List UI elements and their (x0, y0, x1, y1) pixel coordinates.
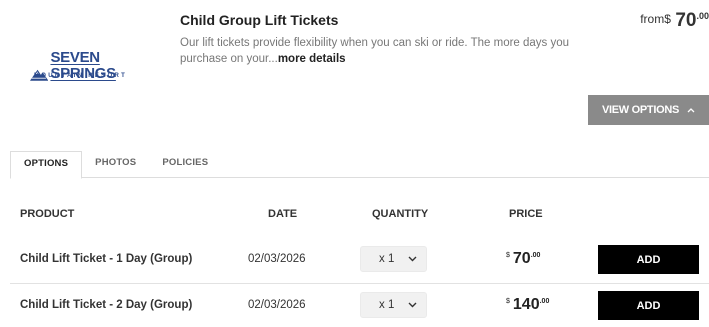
tab-options[interactable]: OPTIONS (10, 151, 83, 179)
header-product: PRODUCT (20, 208, 75, 220)
row-1-product-name: Child Lift Ticket - 1 Day (Group) (20, 253, 193, 265)
tab-photos[interactable]: PHOTOS (82, 151, 149, 178)
from-cents: .00 (696, 11, 709, 21)
row-2-quantity-select[interactable]: x 1 (360, 292, 427, 318)
chevron-down-icon (408, 302, 417, 308)
product-description-text: Our lift tickets provide flexibility whe… (180, 37, 570, 65)
view-options-button[interactable]: VIEW OPTIONS (588, 95, 709, 125)
header-price: PRICE (509, 208, 543, 220)
row-1-price: $70.00 (506, 250, 540, 268)
chevron-down-icon (408, 256, 417, 262)
product-description: Our lift tickets provide flexibility whe… (180, 35, 580, 67)
header-quantity: QUANTITY (372, 208, 429, 220)
row-2-currency: $ (506, 298, 510, 305)
row-1-quantity-select[interactable]: x 1 (360, 246, 427, 272)
row-2-price: $140.00 (506, 296, 549, 314)
brand-logo[interactable]: SEVEN SPRINGS MOUNTAIN RESORT (30, 48, 150, 88)
row-1-quantity-value: x 1 (379, 253, 395, 265)
row-2-date: 02/03/2026 (248, 299, 306, 311)
row-1-cents: .00 (530, 252, 541, 259)
from-label: from$ (640, 12, 671, 26)
row-divider (10, 283, 709, 284)
tab-bar: OPTIONS PHOTOS POLICIES (10, 151, 709, 179)
row-2-amount: 140 (512, 296, 540, 313)
row-1-date: 02/03/2026 (248, 253, 306, 265)
row-2-add-button[interactable]: ADD (598, 291, 699, 320)
from-currency: $ (664, 12, 671, 26)
product-title: Child Group Lift Tickets (180, 12, 339, 28)
row-2-product-name: Child Lift Ticket - 2 Day (Group) (20, 299, 193, 311)
row-2-cents: .00 (539, 298, 550, 305)
from-price: from$ 70.00 (640, 10, 709, 32)
row-2-quantity-value: x 1 (379, 299, 395, 311)
header-date: DATE (268, 208, 298, 220)
logo-subtitle: MOUNTAIN RESORT (34, 73, 128, 79)
chevron-up-icon (687, 105, 695, 116)
tab-policies[interactable]: POLICIES (149, 151, 221, 178)
row-1-add-button[interactable]: ADD (598, 245, 699, 274)
more-details-link[interactable]: more details (278, 53, 346, 65)
row-1-currency: $ (506, 252, 510, 259)
view-options-label: VIEW OPTIONS (601, 104, 680, 116)
from-label-text: from (640, 12, 665, 26)
from-amount: 70 (675, 10, 697, 31)
row-1-amount: 70 (512, 250, 531, 267)
